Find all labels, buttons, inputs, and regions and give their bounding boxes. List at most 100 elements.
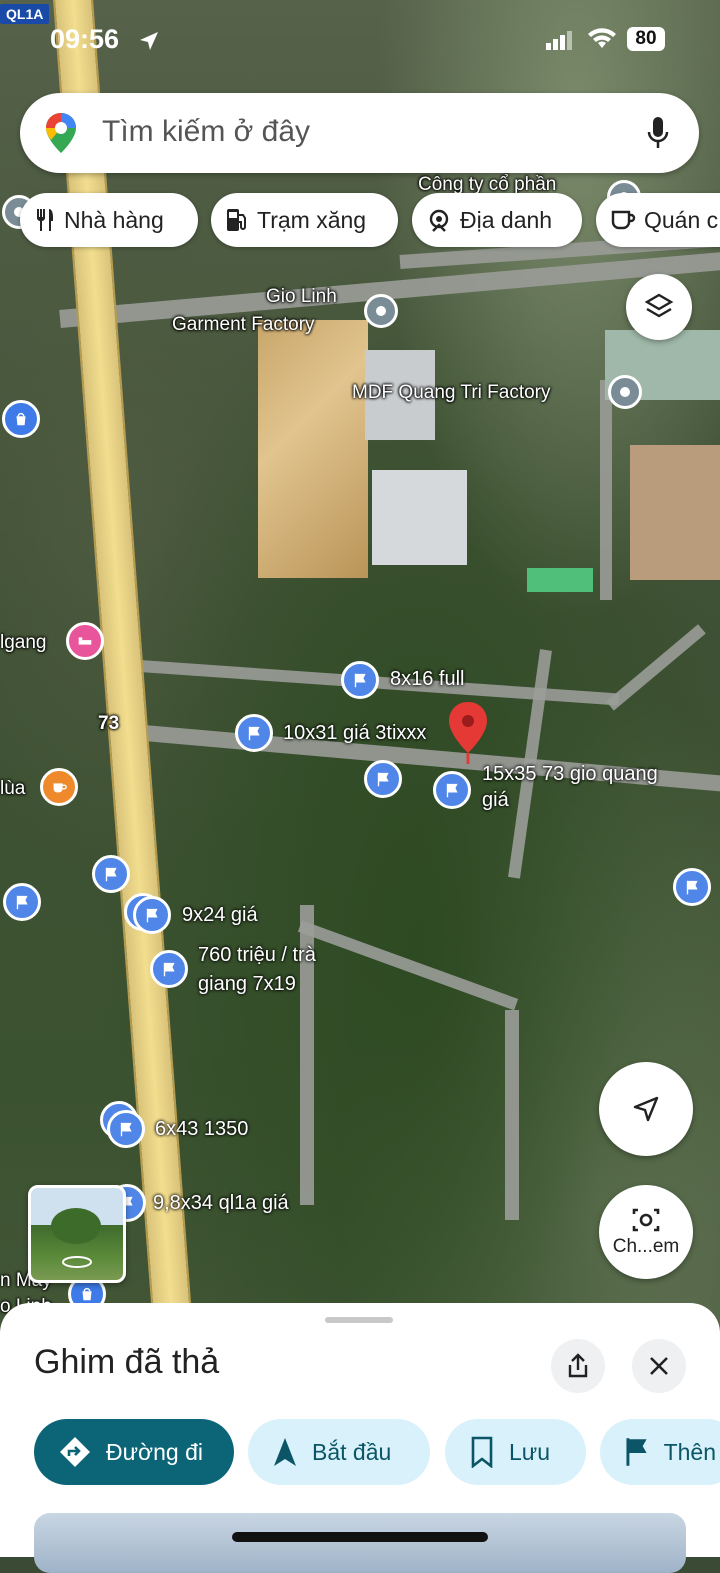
chip-label: Quán c <box>644 206 719 233</box>
start-button[interactable]: Bắt đầu <box>248 1419 430 1485</box>
listing-label: 760 triệu / trà <box>198 944 316 966</box>
flag-icon <box>446 783 458 798</box>
gas-station-icon <box>227 209 246 231</box>
coffee-cup-icon <box>53 783 67 793</box>
clock: 09:56 <box>50 24 120 54</box>
location-arrow-icon <box>140 32 158 50</box>
flag-icon <box>626 1438 647 1466</box>
landmark-icon <box>429 209 449 232</box>
status-bar: 09:56 80 <box>0 0 720 80</box>
action-label: Thên <box>663 1438 716 1465</box>
wifi-icon <box>588 28 616 48</box>
chip-label: Địa danh <box>460 206 553 233</box>
saved-flag-pin[interactable] <box>364 760 402 798</box>
garment-factory-roof <box>258 320 368 578</box>
signal-icon <box>546 31 572 50</box>
cafe-pin[interactable] <box>40 768 78 806</box>
navigation-arrow-icon <box>633 1096 659 1122</box>
share-icon <box>568 1353 588 1378</box>
flag-icon <box>248 726 260 741</box>
shopping-bag-icon <box>16 412 26 426</box>
saved-flag-pin[interactable] <box>92 855 130 893</box>
microphone-icon[interactable] <box>646 115 670 151</box>
action-label: Lưu <box>509 1438 550 1465</box>
place-pin[interactable] <box>608 375 642 409</box>
drag-handle[interactable] <box>325 1317 393 1323</box>
lens-label: Ch...em <box>612 1236 680 1257</box>
battery-indicator: 80 <box>627 27 665 51</box>
close-icon <box>650 1357 668 1375</box>
fork-knife-icon <box>37 209 53 231</box>
road <box>600 380 612 600</box>
saved-flag-pin[interactable] <box>107 1110 145 1148</box>
listing-label: 9,8x34 ql1a giá <box>153 1192 289 1214</box>
chip-label: Nhà hàng <box>64 206 164 233</box>
chip-cafes[interactable]: Quán c <box>596 193 720 247</box>
street-view-thumbnail[interactable] <box>28 1185 126 1283</box>
directions-button[interactable]: Đường đi <box>34 1419 234 1485</box>
mdf-factory-label: MDF Quang Tri Factory <box>352 382 551 403</box>
saved-flag-pin[interactable] <box>433 771 471 809</box>
chip-gas-stations[interactable]: Trạm xăng <box>211 193 398 247</box>
garment-factory-label: Garment Factory <box>172 314 315 335</box>
shopping-bag-icon <box>82 1287 92 1301</box>
listing-label: giá <box>482 789 509 811</box>
directions-icon <box>60 1437 90 1467</box>
flag-icon <box>686 880 698 895</box>
close-button[interactable] <box>632 1339 686 1393</box>
bottom-sheet[interactable]: Ghim đã thả Đường đi Bắt đầu Lưu Thên <box>0 1303 720 1573</box>
search-bar[interactable]: Tìm kiếm ở đây <box>20 93 699 173</box>
factory-building <box>372 470 467 565</box>
save-button[interactable]: Lưu <box>445 1419 586 1485</box>
tree-canopy <box>51 1208 101 1244</box>
road <box>606 624 706 711</box>
cleared-lot <box>630 445 720 580</box>
flag-icon <box>120 1122 132 1137</box>
hotel-pin[interactable] <box>66 622 104 660</box>
flag-icon <box>146 908 158 923</box>
sports-field <box>527 568 593 592</box>
layers-icon <box>644 293 674 318</box>
sheet-title: Ghim đã thả <box>34 1343 220 1381</box>
saved-flag-pin[interactable] <box>341 661 379 699</box>
flag-icon <box>354 673 366 688</box>
action-label: Đường đi <box>106 1438 203 1465</box>
dropped-pin-icon[interactable] <box>446 700 490 766</box>
flag-icon <box>16 895 28 910</box>
chip-restaurants[interactable]: Nhà hàng <box>20 193 198 247</box>
photo-preview[interactable] <box>34 1513 686 1573</box>
place-label: lùa <box>0 778 26 799</box>
gio-linh-label: Gio Linh <box>266 286 337 307</box>
chip-label: Trạm xăng <box>257 206 367 233</box>
listing-label: 15x35 73 gio quang <box>482 763 658 785</box>
road <box>297 920 519 1011</box>
listing-label: giang 7x19 <box>198 973 296 995</box>
share-button[interactable] <box>551 1339 605 1393</box>
navigation-arrow-icon <box>274 1438 296 1466</box>
my-location-button[interactable] <box>599 1062 693 1156</box>
saved-flag-pin[interactable] <box>133 896 171 934</box>
flag-icon <box>105 867 117 882</box>
saved-flag-pin[interactable] <box>3 883 41 921</box>
flag-icon <box>377 772 389 787</box>
home-indicator[interactable] <box>232 1532 488 1542</box>
add-label-button[interactable]: Thên <box>600 1419 720 1485</box>
chip-landmarks[interactable]: Địa danh <box>412 193 582 247</box>
road <box>505 1010 519 1220</box>
listing-label: 9x24 giá <box>182 904 258 926</box>
google-maps-logo-icon <box>46 113 76 153</box>
saved-flag-pin[interactable] <box>235 714 273 752</box>
layers-button[interactable] <box>626 274 692 340</box>
action-label: Bắt đầu <box>312 1438 392 1465</box>
place-pin[interactable] <box>364 294 398 328</box>
coffee-cup-icon <box>611 210 636 230</box>
listing-label: 8x16 full <box>390 668 465 690</box>
bed-icon <box>78 637 92 645</box>
lens-button[interactable]: Ch...em <box>599 1185 693 1279</box>
rotate-360-icon <box>62 1256 92 1268</box>
shopping-pin[interactable] <box>2 400 40 438</box>
road-73-label: 73 <box>98 713 120 734</box>
listing-label: 6x43 1350 <box>155 1118 249 1140</box>
saved-flag-pin[interactable] <box>673 868 711 906</box>
saved-flag-pin[interactable] <box>150 950 188 988</box>
